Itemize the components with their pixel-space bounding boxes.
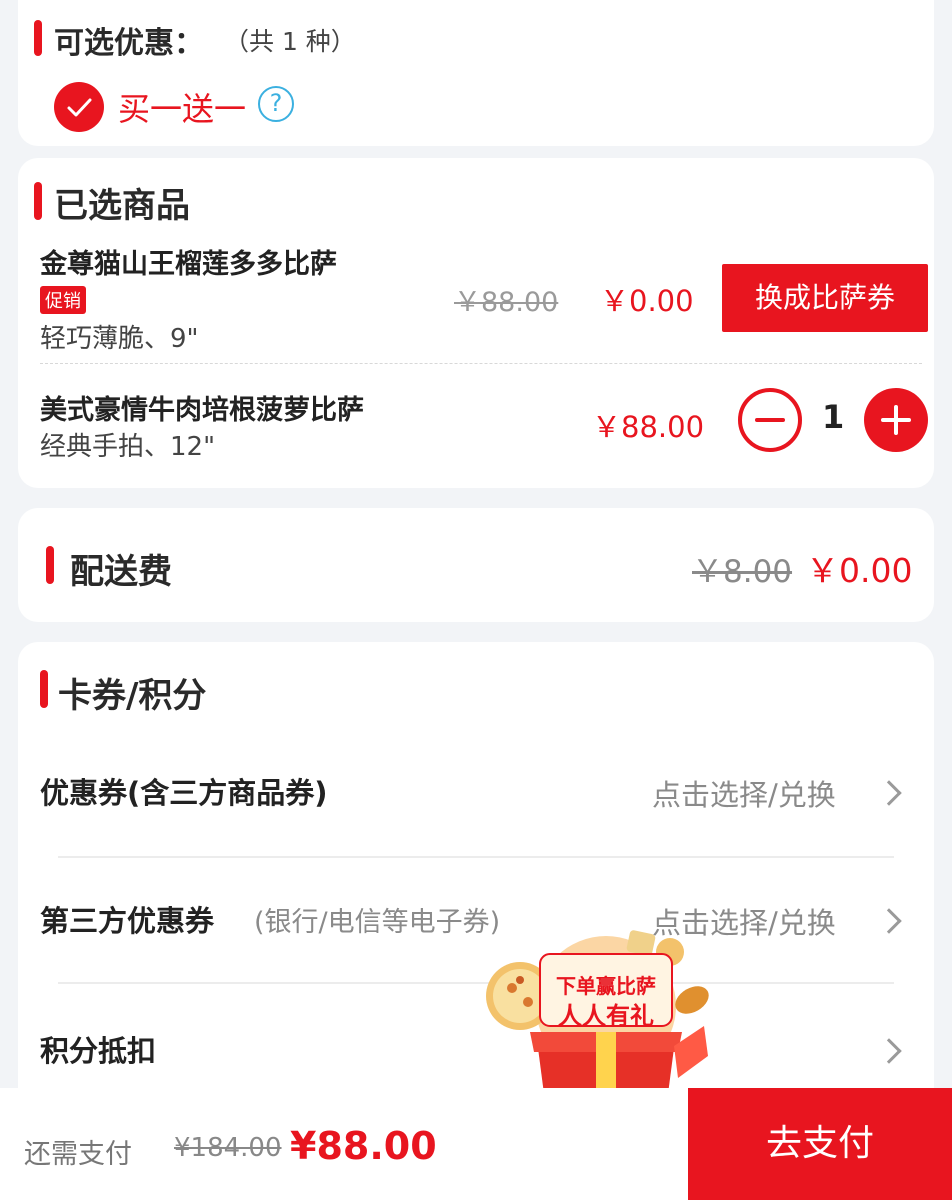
promo-badge-line1: 下单赢比萨 <box>556 974 656 998</box>
row-divider <box>58 856 894 858</box>
promo-tag: 促销 <box>40 286 86 314</box>
delivery-original-price: ￥8.00 <box>692 554 793 590</box>
total-amount: ¥88.00 <box>290 1124 437 1168</box>
increase-quantity-button[interactable] <box>864 388 928 452</box>
offer-option-buy-one-get-one[interactable]: 买一送一 ? <box>54 80 314 132</box>
offers-card: 可选优惠： （共 1 种） 买一送一 ? <box>18 0 934 146</box>
coupon-row-action: 点击选择/兑换 <box>652 778 836 812</box>
chevron-right-icon <box>876 908 902 934</box>
coupon-row-label: 积分抵扣 <box>40 1034 157 1068</box>
row-divider <box>58 982 894 984</box>
coupons-card: 卡券/积分 优惠券(含三方商品券) 点击选择/兑换 第三方优惠券 (银行/电信等… <box>18 642 934 1112</box>
coupon-row-sublabel: (银行/电信等电子券) <box>254 907 501 938</box>
plus-icon <box>864 388 928 452</box>
coupon-row-label: 优惠券(含三方商品券) <box>40 776 328 810</box>
delivery-price: ￥0.00 <box>806 551 913 590</box>
swap-to-coupon-button[interactable]: 换成比萨券 <box>722 264 928 332</box>
section-marker <box>46 546 54 584</box>
selected-items-card: 已选商品 金尊猫山王榴莲多多比萨 促销 轻巧薄脆、9" ￥88.00 ￥0.00… <box>18 158 934 488</box>
third-party-coupon-row[interactable]: 第三方优惠券 (银行/电信等电子券) 点击选择/兑换 <box>18 876 934 972</box>
promo-badge-line2: 人人有礼 <box>558 1002 654 1030</box>
chevron-right-icon <box>876 780 902 806</box>
chevron-right-icon <box>876 1038 902 1064</box>
item-spec: 经典手拍、12" <box>40 432 216 462</box>
coupon-row-label: 第三方优惠券 <box>40 904 215 938</box>
item-original-price: ￥88.00 <box>454 287 559 318</box>
selected-title: 已选商品 <box>54 186 190 226</box>
promo-badge[interactable]: 下单赢比萨 人人有礼 <box>478 928 724 1098</box>
check-icon[interactable] <box>54 82 104 132</box>
original-total: ¥184.00 <box>174 1133 282 1163</box>
checkout-bar: 还需支付 ¥184.00 ¥88.00 去支付 <box>0 1088 952 1200</box>
delivery-card: 配送费 ￥8.00 ￥0.00 <box>18 508 934 622</box>
item-quantity: 1 <box>822 398 845 436</box>
help-icon[interactable]: ? <box>258 86 294 122</box>
section-marker <box>34 20 42 56</box>
offers-title: 可选优惠： <box>54 26 204 61</box>
item-divider <box>40 363 922 364</box>
points-deduction-row[interactable]: 积分抵扣 <box>18 1002 934 1098</box>
coupons-title: 卡券/积分 <box>58 676 207 716</box>
delivery-title: 配送费 <box>70 552 172 592</box>
offer-option-label: 买一送一 <box>118 90 247 128</box>
offers-count: （共 1 种） <box>224 27 356 56</box>
item-price: ￥0.00 <box>600 284 694 318</box>
minus-icon <box>755 418 785 422</box>
amount-due-label: 还需支付 <box>24 1139 132 1170</box>
section-marker <box>40 670 48 708</box>
item-spec: 轻巧薄脆、9" <box>40 324 199 354</box>
pay-button[interactable]: 去支付 <box>688 1088 952 1200</box>
item-name: 美式豪情牛肉培根菠萝比萨 <box>40 395 364 426</box>
item-price: ￥88.00 <box>592 410 705 444</box>
section-marker <box>34 182 42 220</box>
decrease-quantity-button[interactable] <box>738 388 802 452</box>
coupon-row[interactable]: 优惠券(含三方商品券) 点击选择/兑换 <box>18 748 934 844</box>
item-name: 金尊猫山王榴莲多多比萨 <box>40 249 337 280</box>
